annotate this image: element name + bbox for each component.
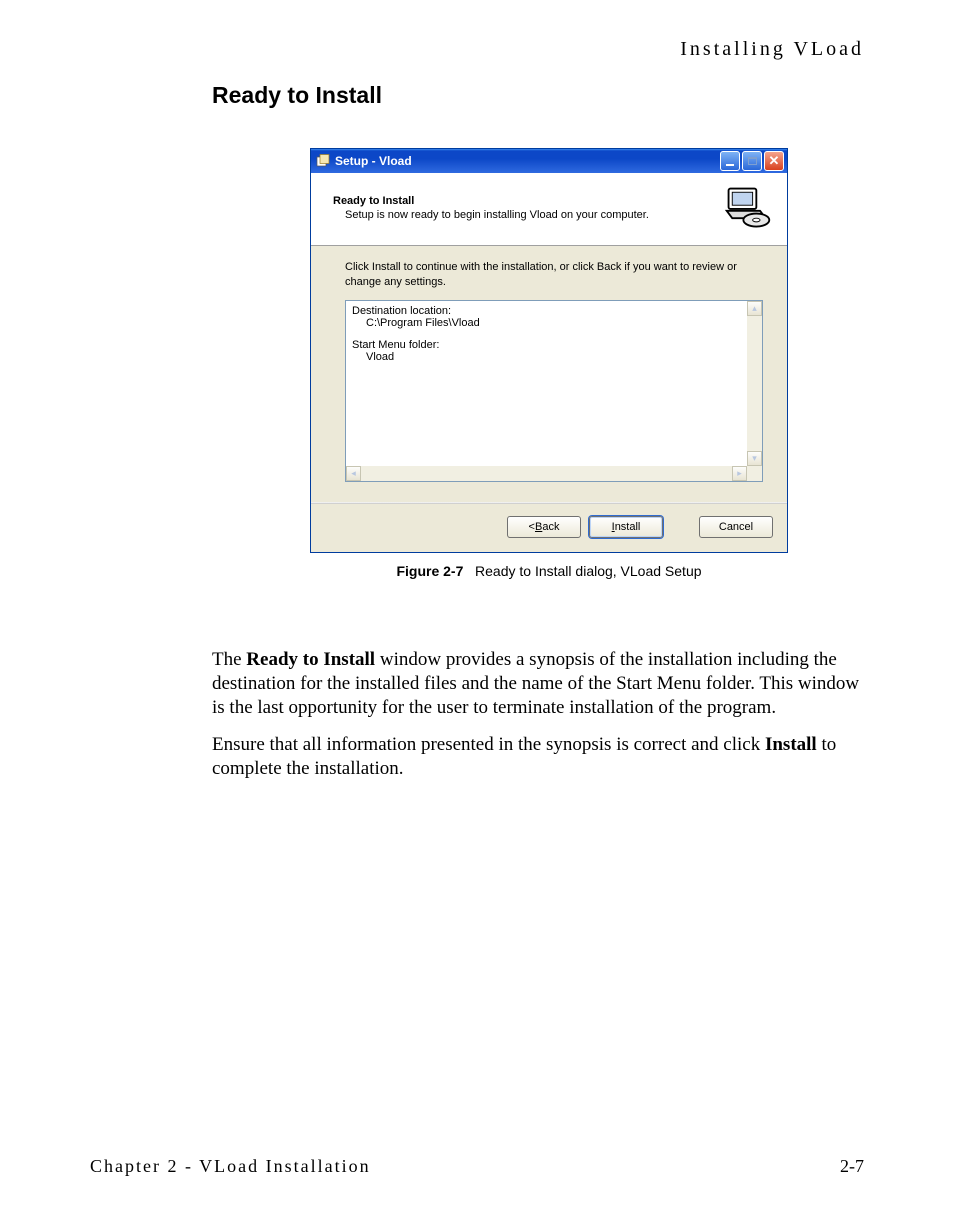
maximize-button — [742, 151, 762, 171]
start-label: Start Menu folder: — [352, 339, 745, 351]
scroll-down-icon[interactable]: ▾ — [747, 451, 762, 466]
vertical-scrollbar[interactable]: ▴ ▾ — [747, 301, 762, 466]
scroll-corner — [747, 466, 762, 481]
header-title: Ready to Install — [333, 195, 713, 207]
body-text: The Ready to Install window provides a s… — [212, 648, 862, 795]
titlebar: Setup - Vload ✕ — [311, 149, 787, 173]
close-button[interactable]: ✕ — [764, 151, 784, 171]
paragraph-1: The Ready to Install window provides a s… — [212, 648, 862, 719]
computer-disc-icon — [723, 183, 773, 233]
horizontal-scrollbar[interactable]: ◂ ▸ — [346, 466, 747, 481]
installer-window: Setup - Vload ✕ Ready to Install Setup i… — [310, 148, 788, 553]
page-header: Installing VLoad — [680, 38, 864, 61]
scroll-left-icon[interactable]: ◂ — [346, 466, 361, 481]
back-button[interactable]: < Back — [507, 516, 581, 538]
dest-label: Destination location: — [352, 305, 745, 317]
figure-caption-text: Ready to Install dialog, VLoad Setup — [475, 563, 702, 579]
figure-label: Figure 2-7 — [396, 563, 463, 579]
summary-textbox: Destination location: C:\Program Files\V… — [345, 300, 763, 482]
window-title: Setup - Vload — [335, 154, 720, 168]
header-panel: Ready to Install Setup is now ready to b… — [311, 173, 787, 246]
start-value: Vload — [366, 351, 745, 363]
dest-value: C:\Program Files\Vload — [366, 317, 745, 329]
scroll-right-icon[interactable]: ▸ — [732, 466, 747, 481]
window-buttons: ✕ — [720, 151, 784, 171]
figure-wrap: Setup - Vload ✕ Ready to Install Setup i… — [310, 148, 788, 579]
footer-chapter: Chapter 2 - VLoad Installation — [90, 1156, 371, 1177]
installer-icon — [316, 154, 330, 168]
body-panel: Click Install to continue with the insta… — [311, 246, 787, 488]
instruction-text: Click Install to continue with the insta… — [345, 260, 763, 290]
cancel-button[interactable]: Cancel — [699, 516, 773, 538]
paragraph-2: Ensure that all information presented in… — [212, 733, 862, 781]
header-subtitle: Setup is now ready to begin installing V… — [345, 209, 713, 221]
minimize-button[interactable] — [720, 151, 740, 171]
scroll-up-icon[interactable]: ▴ — [747, 301, 762, 316]
footer-page-number: 2-7 — [840, 1156, 864, 1177]
section-heading: Ready to Install — [212, 82, 382, 109]
install-button[interactable]: Install — [589, 516, 663, 538]
summary-content: Destination location: C:\Program Files\V… — [346, 301, 747, 466]
figure-caption: Figure 2-7 Ready to Install dialog, VLoa… — [310, 563, 788, 579]
footer-panel: < Back Install Cancel — [311, 504, 787, 552]
